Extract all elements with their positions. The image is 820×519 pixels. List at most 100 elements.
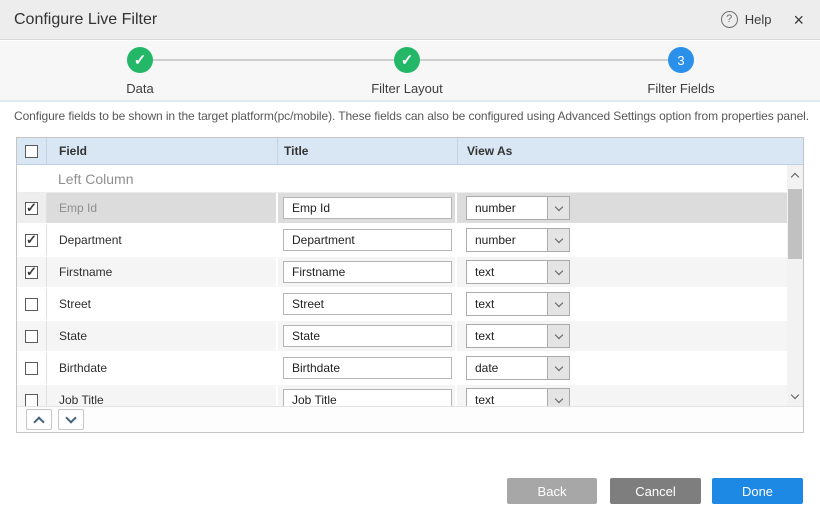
row-checkbox-cell (17, 225, 47, 255)
row-viewas-value: text (467, 297, 547, 311)
scrollbar-down-icon[interactable] (787, 389, 803, 404)
row-viewas-value: text (467, 265, 547, 279)
row-checkbox-cell (17, 289, 47, 319)
table-row[interactable]: Street text (17, 289, 787, 319)
cancel-button[interactable]: Cancel (610, 478, 701, 504)
view-as-select[interactable]: number (466, 228, 570, 252)
table-header: Field Title View As (17, 138, 803, 165)
row-field-label: Job Title (47, 385, 278, 406)
row-checkbox-cell (17, 385, 47, 406)
table-row[interactable]: State text (17, 321, 787, 351)
move-up-button[interactable] (26, 409, 52, 430)
table-footer (17, 406, 803, 432)
row-checkbox[interactable] (25, 362, 38, 375)
row-viewas-value: number (467, 233, 547, 247)
row-title-input[interactable] (283, 197, 452, 219)
chevron-up-icon (33, 416, 44, 427)
select-dropdown-button[interactable] (547, 325, 569, 347)
table-row[interactable]: Department number (17, 225, 787, 255)
row-title-input[interactable] (283, 293, 452, 315)
scrollbar-thumb[interactable] (788, 189, 802, 259)
check-icon: ✓ (134, 53, 147, 68)
row-title-input[interactable] (283, 389, 452, 406)
view-as-select[interactable]: text (466, 292, 570, 316)
column-header-field: Field (47, 138, 278, 164)
step-done-icon[interactable]: ✓ (127, 47, 153, 73)
page-title: Configure Live Filter (14, 11, 157, 29)
dialog-description: Configure fields to be shown in the targ… (14, 109, 816, 123)
row-title-cell (278, 225, 457, 255)
view-as-select[interactable]: date (466, 356, 570, 380)
row-title-cell (278, 385, 457, 406)
row-checkbox-cell (17, 353, 47, 383)
select-dropdown-button[interactable] (547, 197, 569, 219)
scrollbar-up-icon[interactable] (787, 167, 803, 182)
titlebar-actions: ? Help × (721, 11, 804, 29)
select-dropdown-button[interactable] (547, 357, 569, 379)
row-title-cell (278, 257, 457, 287)
row-title-cell (278, 353, 457, 383)
close-icon[interactable]: × (793, 11, 804, 29)
dialog-titlebar: Configure Live Filter ? Help × (0, 0, 820, 40)
select-dropdown-button[interactable] (547, 389, 569, 406)
check-icon: ✓ (401, 53, 414, 68)
back-button[interactable]: Back (507, 478, 597, 504)
row-title-cell (278, 289, 457, 319)
step-done-icon[interactable]: ✓ (394, 47, 420, 73)
table-row[interactable]: Birthdate date (17, 353, 787, 383)
row-viewas-value: text (467, 393, 547, 406)
chevron-down-icon (554, 202, 562, 210)
chevron-down-icon (554, 330, 562, 338)
select-all-checkbox[interactable] (25, 145, 38, 158)
chevron-down-icon (554, 234, 562, 242)
row-viewas-cell: date (457, 353, 787, 383)
wizard-stepper: ✓ Data ✓ Filter Layout 3 Filter Fields (0, 41, 820, 102)
chevron-down-icon (554, 362, 562, 370)
row-field-label: Firstname (47, 257, 278, 287)
help-icon[interactable]: ? (721, 11, 738, 28)
row-field-label: Emp Id (47, 193, 278, 223)
row-viewas-value: date (467, 361, 547, 375)
row-title-input[interactable] (283, 325, 452, 347)
move-down-button[interactable] (58, 409, 84, 430)
chevron-down-icon (554, 394, 562, 402)
row-checkbox[interactable] (25, 202, 38, 215)
row-title-input[interactable] (283, 261, 452, 283)
row-title-input[interactable] (283, 357, 452, 379)
view-as-select[interactable]: text (466, 388, 570, 406)
filter-fields-table: Field Title View As Left Column Emp Id n… (16, 137, 804, 433)
row-checkbox[interactable] (25, 394, 38, 407)
vertical-scrollbar[interactable] (787, 165, 803, 406)
row-viewas-cell: text (457, 385, 787, 406)
chevron-down-icon (554, 298, 562, 306)
row-field-label: State (47, 321, 278, 351)
step-number-badge[interactable]: 3 (668, 47, 694, 73)
view-as-select[interactable]: text (466, 260, 570, 284)
row-title-cell (278, 193, 457, 223)
step-data[interactable]: ✓ Data (70, 47, 210, 96)
row-title-input[interactable] (283, 229, 452, 251)
select-dropdown-button[interactable] (547, 261, 569, 283)
view-as-select[interactable]: text (466, 324, 570, 348)
row-checkbox[interactable] (25, 298, 38, 311)
table-row[interactable]: Job Title text (17, 385, 787, 406)
row-checkbox[interactable] (25, 234, 38, 247)
select-dropdown-button[interactable] (547, 229, 569, 251)
step-filter-fields[interactable]: 3 Filter Fields (611, 47, 751, 96)
done-button[interactable]: Done (712, 478, 803, 504)
group-row-left-column: Left Column (17, 165, 787, 193)
view-as-select[interactable]: number (466, 196, 570, 220)
select-dropdown-button[interactable] (547, 293, 569, 315)
row-checkbox[interactable] (25, 266, 38, 279)
help-button[interactable]: Help (745, 12, 772, 27)
step-filter-layout[interactable]: ✓ Filter Layout (337, 47, 477, 96)
row-field-label: Street (47, 289, 278, 319)
table-body-rows: Left Column Emp Id number Department (17, 165, 787, 406)
row-checkbox[interactable] (25, 330, 38, 343)
row-viewas-value: number (467, 201, 547, 215)
row-viewas-cell: number (457, 225, 787, 255)
table-row[interactable]: Firstname text (17, 257, 787, 287)
chevron-down-icon (65, 412, 76, 423)
table-row[interactable]: Emp Id number (17, 193, 787, 223)
step-label: Filter Layout (337, 81, 477, 96)
